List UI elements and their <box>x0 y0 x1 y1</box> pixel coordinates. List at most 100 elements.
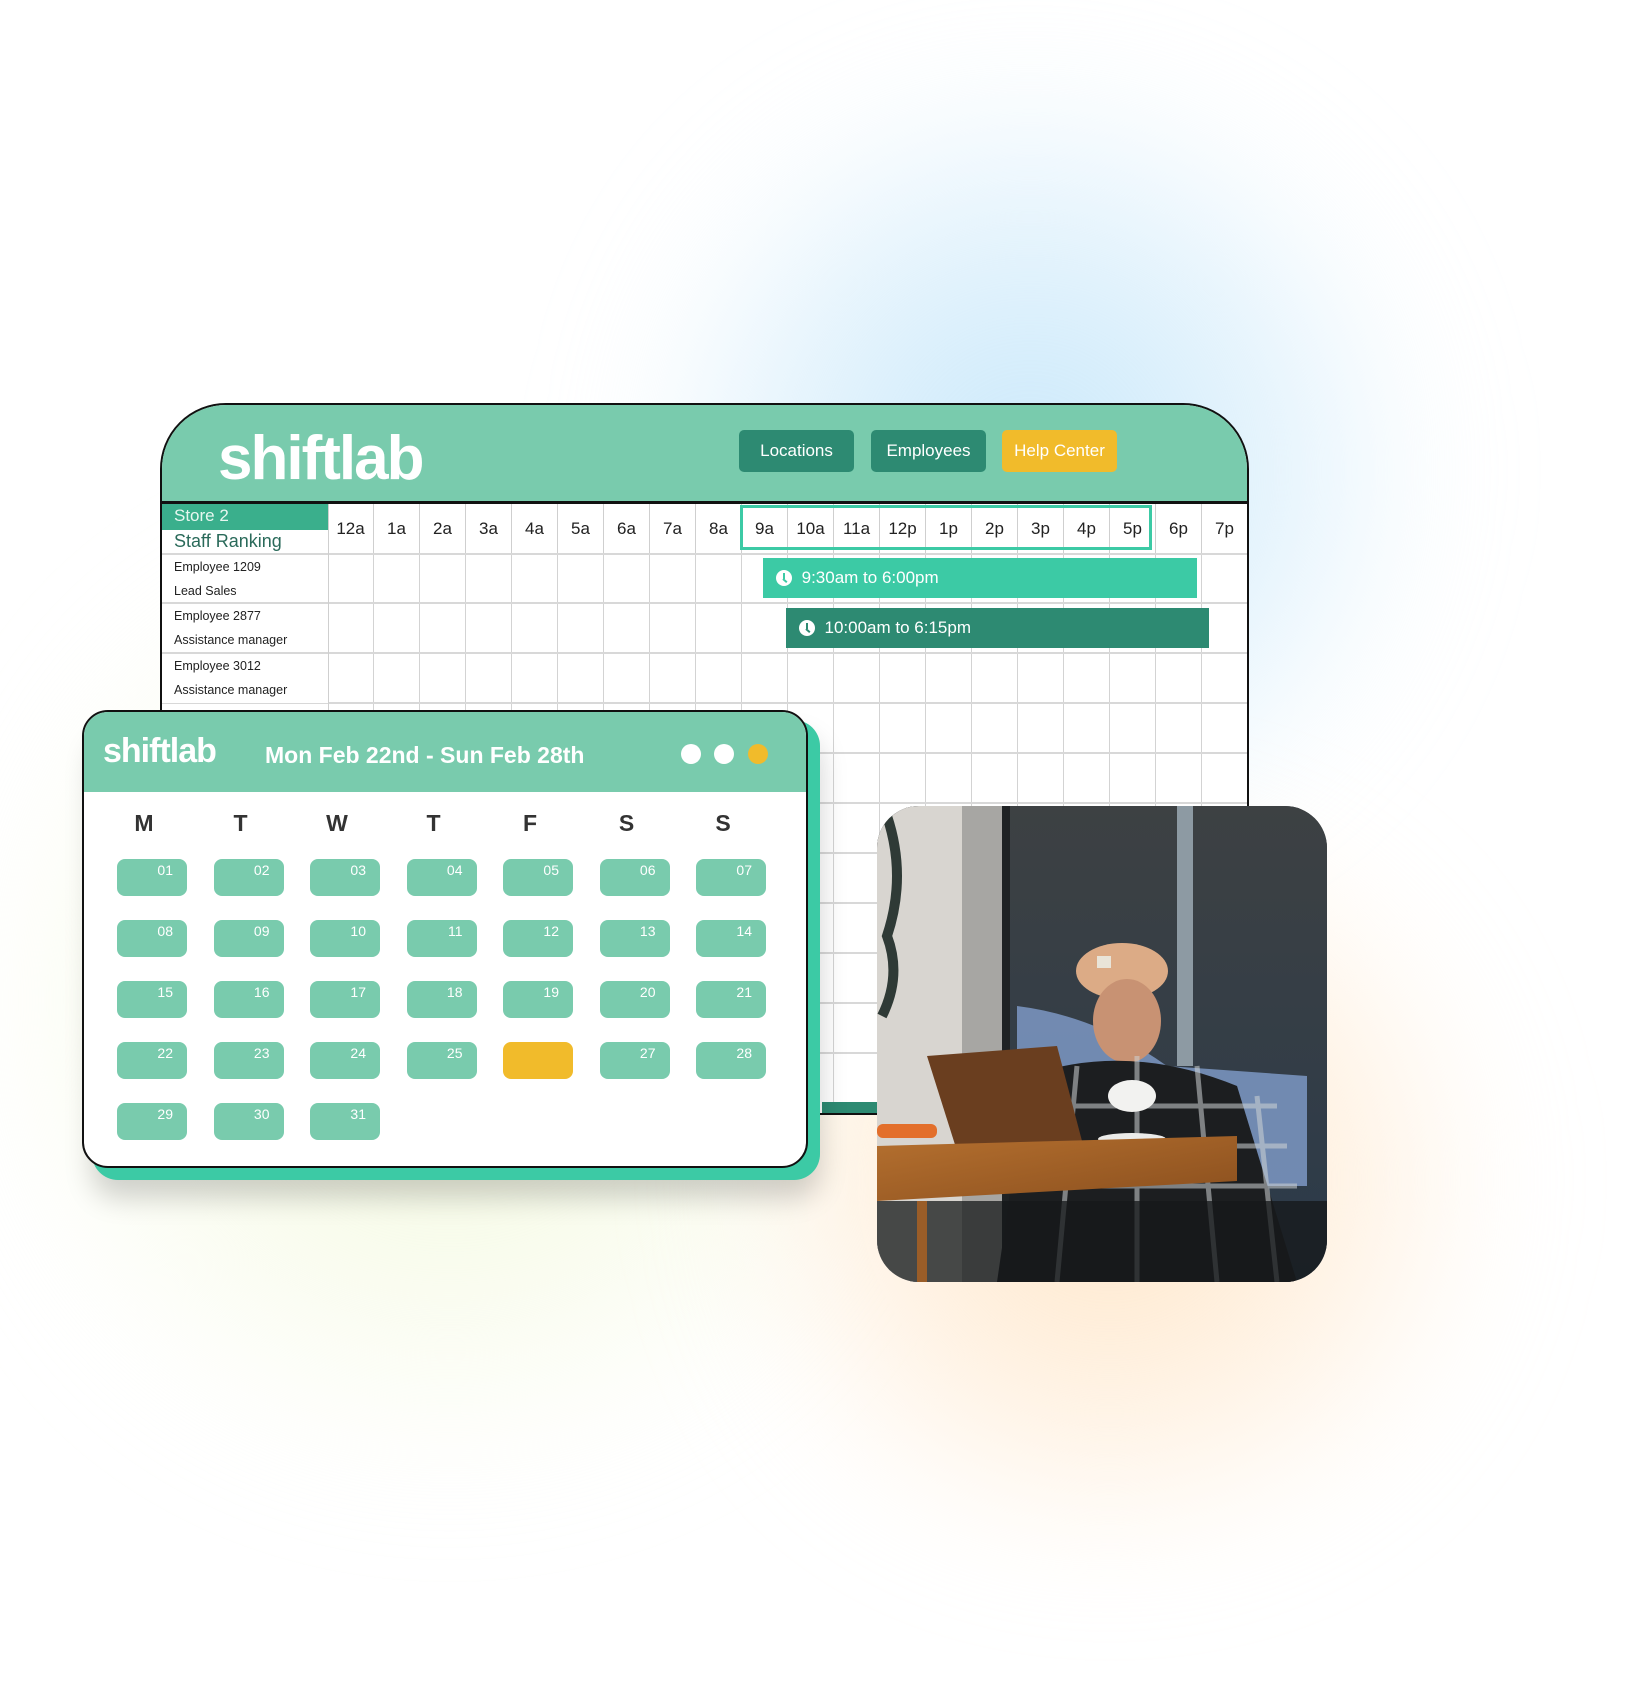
day-number: 10 <box>350 923 366 939</box>
calendar-day[interactable]: 19 <box>503 981 573 1018</box>
calendar-day[interactable]: 18 <box>406 981 477 1018</box>
window-dot-1[interactable] <box>681 744 701 764</box>
calendar-day[interactable]: 25 <box>406 1042 477 1079</box>
day-number: 31 <box>350 1106 366 1122</box>
calendar-day[interactable]: 06 <box>599 859 670 896</box>
day-number: 11 <box>447 923 463 939</box>
calendar-day[interactable]: 01 <box>117 859 187 896</box>
hour-column-header: 8a <box>696 504 742 553</box>
employee-role: Lead Sales <box>174 584 237 598</box>
employee-name: Employee 2877 <box>174 609 261 623</box>
day-number: 29 <box>157 1106 173 1122</box>
employee-row[interactable]: Employee 3012 Assistance manager <box>162 652 328 703</box>
calendar-day[interactable]: 10 <box>310 920 380 957</box>
employee-row[interactable]: Employee 1209 Lead Sales <box>162 553 328 604</box>
day-number: 19 <box>543 984 559 1000</box>
weekday-label: S <box>715 810 731 836</box>
calendar-window: shiftlab Mon Feb 22nd - Sun Feb 28th M T W… <box>82 710 808 1168</box>
day-number: 12 <box>543 923 559 939</box>
hour-column-header: 12a <box>328 504 374 553</box>
shift-bar[interactable]: 10:00am to 6:15pm <box>785 608 1209 648</box>
day-number: 15 <box>157 984 173 1000</box>
calendar-day[interactable]: 16 <box>213 981 284 1018</box>
calendar-day[interactable]: 29 <box>117 1103 187 1140</box>
calendar-day[interactable]: 05 <box>503 859 573 896</box>
day-number: 07 <box>736 862 752 878</box>
calendar-day[interactable]: 11 <box>406 920 477 957</box>
day-number: 20 <box>639 984 656 1000</box>
day-number: 04 <box>446 862 463 878</box>
employee-name: Employee 3012 <box>174 659 261 673</box>
shift-label: 10:00am to 6:15pm <box>824 618 971 637</box>
day-number: 16 <box>253 984 270 1000</box>
employee-role: Assistance manager <box>174 683 288 697</box>
weekday-label: T <box>233 810 248 836</box>
calendar-day[interactable]: 22 <box>117 1042 187 1079</box>
calendar-day[interactable]: 20 <box>599 981 670 1018</box>
hour-column-header: 9a <box>742 504 788 553</box>
calendar-day[interactable]: 03 <box>310 859 380 896</box>
window-dot-2[interactable] <box>714 744 734 764</box>
hour-header: 12a 1a 2a 3a 4a 5a 6a 7a 8a 9a 10a 11a 12p 1p 2p 3p 4p 5p… <box>328 504 1247 553</box>
shiftlab-logo-small: shiftlab <box>103 732 217 770</box>
calendar-day[interactable]: 31 <box>310 1103 380 1140</box>
clock-icon <box>775 570 792 586</box>
locations-button[interactable]: Locations <box>739 430 854 472</box>
window-dot-3[interactable] <box>748 744 768 764</box>
weekday-label: M <box>134 810 154 836</box>
day-number: 13 <box>639 923 656 939</box>
hour-column-header: 5a <box>558 504 604 553</box>
clock-icon <box>798 620 815 636</box>
staff-ranking-label: Staff Ranking <box>174 531 282 551</box>
calendar-day[interactable]: 28 <box>696 1042 766 1079</box>
day-number: 25 <box>446 1045 463 1061</box>
store-selector[interactable]: Store 2 <box>162 504 328 530</box>
day-number: 30 <box>253 1106 270 1122</box>
calendar-day[interactable]: 30 <box>213 1103 284 1140</box>
cafe-photo <box>877 806 1327 1282</box>
day-number: 22 <box>157 1045 173 1061</box>
weekday-label: S <box>618 810 635 836</box>
day-number: 03 <box>350 862 366 878</box>
calendar-day[interactable]: 14 <box>696 920 766 957</box>
hour-column-header: 12p <box>880 504 926 553</box>
hour-column-header: 4p <box>1064 504 1110 553</box>
employees-button[interactable]: Employees <box>871 430 986 472</box>
calendar-day[interactable]: 13 <box>599 920 670 957</box>
calendar-day-selected[interactable] <box>503 1042 573 1079</box>
calendar-day[interactable]: 12 <box>503 920 573 957</box>
calendar-day[interactable]: 23 <box>213 1042 284 1079</box>
day-number: 01 <box>157 862 173 878</box>
day-number: 06 <box>639 862 656 878</box>
hour-column-header: 1a <box>374 504 420 553</box>
day-number: 18 <box>446 984 463 1000</box>
calendar-day[interactable]: 02 <box>213 859 284 896</box>
day-number: 17 <box>350 984 366 1000</box>
help-center-button[interactable]: Help Center <box>1002 430 1117 472</box>
day-number: 23 <box>253 1045 270 1061</box>
weekday-label: F <box>522 810 538 836</box>
hour-column-header: 2p <box>972 504 1018 553</box>
day-number: 21 <box>736 984 752 1000</box>
calendar-day[interactable]: 04 <box>406 859 477 896</box>
hour-column-header: 6p <box>1156 504 1202 553</box>
calendar-day[interactable]: 21 <box>696 981 766 1018</box>
calendar-day[interactable]: 17 <box>310 981 380 1018</box>
calendar-day[interactable]: 24 <box>310 1042 380 1079</box>
hour-column-header: 11a <box>834 504 880 553</box>
employee-role: Assistance manager <box>174 633 288 647</box>
calendar-header: shiftlab Mon Feb 22nd - Sun Feb 28th <box>84 712 806 792</box>
day-number: 24 <box>350 1045 366 1061</box>
calendar-day[interactable]: 15 <box>117 981 187 1018</box>
day-number: 27 <box>639 1045 656 1061</box>
store-label: Store 2 <box>174 506 229 525</box>
calendar-day[interactable]: 08 <box>117 920 187 957</box>
employee-row[interactable]: Employee 2877 Assistance manager <box>162 602 328 653</box>
calendar-day[interactable]: 09 <box>213 920 284 957</box>
photo-illustration <box>877 806 1327 1282</box>
calendar-day[interactable]: 07 <box>696 859 766 896</box>
shift-bar[interactable]: 9:30am to 6:00pm <box>762 558 1198 598</box>
hour-column-header: 2a <box>420 504 466 553</box>
day-number: 28 <box>736 1045 752 1061</box>
calendar-day[interactable]: 27 <box>599 1042 670 1079</box>
